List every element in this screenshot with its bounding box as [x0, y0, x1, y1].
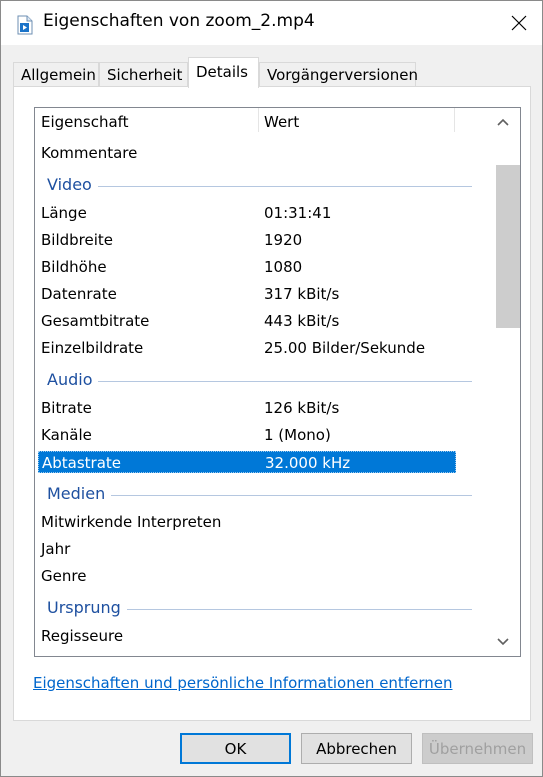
tab-label: Sicherheit — [107, 66, 183, 84]
property-name: Abtastrate — [42, 454, 122, 472]
group-divider — [47, 381, 472, 382]
property-row[interactable]: Bildbreite 1920 — [35, 229, 486, 251]
property-row[interactable]: Mitwirkende Interpreten — [35, 511, 486, 533]
tab-label: Allgemein — [21, 66, 96, 84]
property-name: Regisseure — [41, 627, 124, 645]
group-label: Audio — [47, 370, 99, 389]
group-divider — [47, 186, 472, 187]
property-row[interactable]: Gesamtbitrate 443 kBit/s — [35, 310, 486, 332]
group-label: Medien — [47, 484, 112, 503]
scroll-up-button[interactable] — [485, 108, 520, 136]
tab-details[interactable]: Details — [188, 57, 259, 88]
column-header-property[interactable]: Eigenschaft — [35, 108, 258, 136]
property-name: Bildhöhe — [41, 258, 107, 276]
property-name: Bildbreite — [41, 231, 114, 249]
vertical-scrollbar[interactable] — [485, 108, 520, 656]
property-value: 1 (Mono) — [264, 426, 331, 444]
close-button[interactable] — [496, 1, 542, 45]
cancel-button-label: Abbrechen — [316, 739, 397, 758]
column-divider[interactable] — [454, 108, 455, 132]
column-header: Eigenschaft Wert — [35, 108, 486, 136]
property-rows: Kommentare Video Länge 01:31:41 Bildbreite 19… — [35, 108, 486, 656]
ok-button[interactable]: OK — [180, 733, 291, 764]
group-label: Ursprung — [47, 598, 127, 617]
tab-vorgaengerversionen[interactable]: Vorgängerversionen — [259, 62, 418, 88]
group-header[interactable]: Ursprung — [35, 597, 486, 621]
property-row[interactable]: Einzelbildrate 25.00 Bilder/Sekunde — [35, 337, 486, 359]
property-value: 01:31:41 — [264, 204, 332, 222]
property-name: Genre — [41, 567, 87, 585]
apply-button[interactable]: Übernehmen — [422, 733, 533, 764]
property-row-selected[interactable]: Abtastrate 32.000 kHz — [38, 451, 456, 473]
property-row[interactable]: Bildhöhe 1080 — [35, 256, 486, 278]
chevron-down-icon — [496, 638, 509, 646]
group-header[interactable]: Audio — [35, 369, 486, 393]
column-header-value[interactable]: Wert — [258, 108, 454, 136]
property-row[interactable]: Kanäle 1 (Mono) — [35, 424, 486, 446]
property-name: Jahr — [41, 540, 71, 558]
tab-sicherheit[interactable]: Sicherheit — [99, 62, 188, 88]
chevron-up-icon — [496, 118, 509, 126]
tab-strip: Allgemein Sicherheit Details Vorgängerve… — [13, 57, 533, 88]
property-name: Länge — [41, 204, 87, 222]
property-row[interactable]: Bitrate 126 kBit/s — [35, 397, 486, 419]
close-icon — [511, 15, 527, 31]
properties-dialog: Eigenschaften von zoom_2.mp4 Allgemein S… — [0, 0, 543, 777]
property-row[interactable]: Länge 01:31:41 — [35, 202, 486, 224]
apply-button-label: Übernehmen — [428, 739, 527, 758]
property-name: Gesamtbitrate — [41, 312, 150, 330]
column-header-label: Eigenschaft — [41, 113, 129, 131]
scroll-thumb[interactable] — [496, 165, 520, 328]
property-name: Datenrate — [41, 285, 117, 303]
property-row[interactable]: Datenrate 317 kBit/s — [35, 283, 486, 305]
ok-button-label: OK — [224, 739, 247, 758]
property-value: 317 kBit/s — [264, 285, 340, 303]
property-row[interactable]: Regisseure — [35, 625, 486, 647]
group-header[interactable]: Video — [35, 174, 486, 198]
scroll-down-button[interactable] — [485, 628, 520, 656]
video-file-icon — [17, 15, 33, 35]
property-name: Bitrate — [41, 399, 92, 417]
property-row[interactable]: Genre — [35, 565, 486, 587]
property-name: Kanäle — [41, 426, 92, 444]
tab-label: Details — [196, 63, 249, 81]
window-title: Eigenschaften von zoom_2.mp4 — [43, 11, 315, 31]
tab-allgemein[interactable]: Allgemein — [13, 62, 99, 88]
group-label: Video — [47, 175, 98, 194]
details-panel: Kommentare Video Länge 01:31:41 Bildbreite 19… — [13, 86, 531, 721]
property-value: 32.000 kHz — [265, 454, 351, 472]
property-name: Mitwirkende Interpreten — [41, 513, 222, 531]
group-header[interactable]: Medien — [35, 483, 486, 507]
property-name: Einzelbildrate — [41, 339, 144, 357]
property-value: 443 kBit/s — [264, 312, 340, 330]
property-value: 1080 — [264, 258, 303, 276]
column-header-label: Wert — [264, 113, 300, 131]
property-row[interactable]: Jahr — [35, 538, 486, 560]
property-list[interactable]: Kommentare Video Länge 01:31:41 Bildbreite 19… — [34, 107, 521, 657]
remove-properties-link[interactable]: Eigenschaften und persönliche Informatio… — [33, 674, 452, 692]
property-name: Kommentare — [41, 144, 138, 162]
property-value: 25.00 Bilder/Sekunde — [264, 339, 426, 357]
title-bar: Eigenschaften von zoom_2.mp4 — [1, 1, 542, 45]
property-value: 1920 — [264, 231, 303, 249]
property-row[interactable]: Kommentare — [35, 142, 486, 164]
cancel-button[interactable]: Abbrechen — [301, 733, 412, 764]
tab-label: Vorgängerversionen — [267, 66, 418, 84]
property-value: 126 kBit/s — [264, 399, 340, 417]
